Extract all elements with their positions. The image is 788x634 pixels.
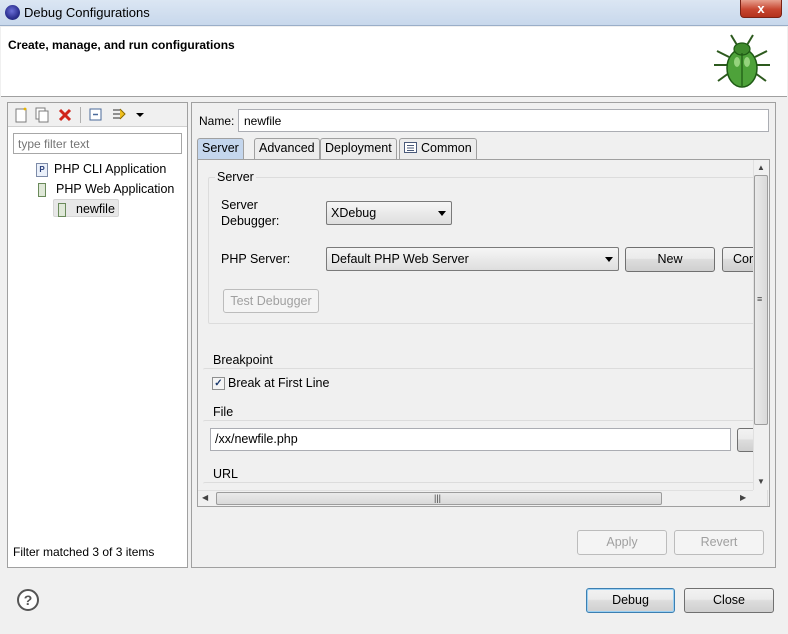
duplicate-icon[interactable] <box>34 107 50 123</box>
tab-common[interactable]: Common <box>399 138 477 159</box>
toolbar-separator <box>80 107 81 123</box>
server-debugger-select[interactable]: XDebug <box>326 201 452 225</box>
server-debugger-label: Server Debugger: <box>221 198 280 228</box>
help-icon[interactable]: ? <box>17 589 39 611</box>
tab-advanced[interactable]: Advanced <box>254 138 320 159</box>
scroll-down-icon[interactable]: ▼ <box>757 477 765 486</box>
tree-item-php-web[interactable]: PHP Web Application <box>36 180 174 198</box>
window-close-button[interactable]: x <box>740 0 782 18</box>
test-debugger-button[interactable]: Test Debugger <box>223 289 319 313</box>
break-first-line-checkbox[interactable]: ✓ <box>212 377 225 390</box>
break-first-line-label: Break at First Line <box>228 376 330 390</box>
debug-button[interactable]: Debug <box>586 588 675 613</box>
new-server-button[interactable]: New <box>625 247 715 272</box>
dialog-header: Create, manage, and run configurations <box>1 27 787 97</box>
name-label: Name: <box>199 114 235 128</box>
dialog-header-title: Create, manage, and run configurations <box>8 38 235 52</box>
breakpoint-group-title: Breakpoint <box>211 353 275 367</box>
scroll-right-icon[interactable]: ▶ <box>740 493 746 502</box>
chevron-down-icon <box>605 257 613 262</box>
new-config-icon[interactable] <box>13 107 29 123</box>
php-web-icon <box>38 182 46 197</box>
name-field[interactable] <box>238 109 769 132</box>
close-button[interactable]: Close <box>684 588 774 613</box>
url-group-title: URL <box>211 467 241 481</box>
file-path-field[interactable]: /xx/newfile.php <box>210 428 731 451</box>
server-group-title: Server <box>215 170 256 184</box>
chevron-down-icon <box>438 211 446 216</box>
window-title: Debug Configurations <box>24 5 150 20</box>
php-server-label: PHP Server: <box>221 252 291 266</box>
dropdown-icon[interactable] <box>132 107 148 123</box>
grip-icon: ||| <box>434 493 442 503</box>
file-group-title: File <box>211 405 236 419</box>
php-web-config-icon <box>58 202 66 217</box>
php-server-select[interactable]: Default PHP Web Server <box>326 247 619 271</box>
scroll-up-icon[interactable]: ▲ <box>757 163 765 172</box>
apply-button[interactable]: Apply <box>577 530 667 555</box>
revert-button[interactable]: Revert <box>674 530 764 555</box>
debug-bug-icon <box>714 34 770 88</box>
tree-item-php-cli[interactable]: P PHP CLI Application <box>36 160 166 178</box>
filter-status: Filter matched 3 of 3 items <box>13 545 155 559</box>
php-cli-icon: P <box>36 162 48 177</box>
scroll-left-icon[interactable]: ◀ <box>202 493 208 502</box>
filter-icon[interactable] <box>111 107 127 123</box>
tab-server[interactable]: Server <box>197 138 244 160</box>
tree-item-newfile[interactable]: newfile <box>53 199 119 217</box>
tab-deployment[interactable]: Deployment <box>320 138 397 159</box>
left-toolbar <box>8 103 187 127</box>
tab-content-server: Server Server Debugger: XDebug PHP Serve… <box>197 159 770 507</box>
grip-icon: ≡ <box>757 294 763 304</box>
delete-icon[interactable] <box>57 107 73 123</box>
eclipse-icon <box>5 5 20 20</box>
filter-input[interactable] <box>13 133 182 154</box>
collapse-all-icon[interactable] <box>88 107 104 123</box>
common-tab-icon <box>404 142 417 153</box>
